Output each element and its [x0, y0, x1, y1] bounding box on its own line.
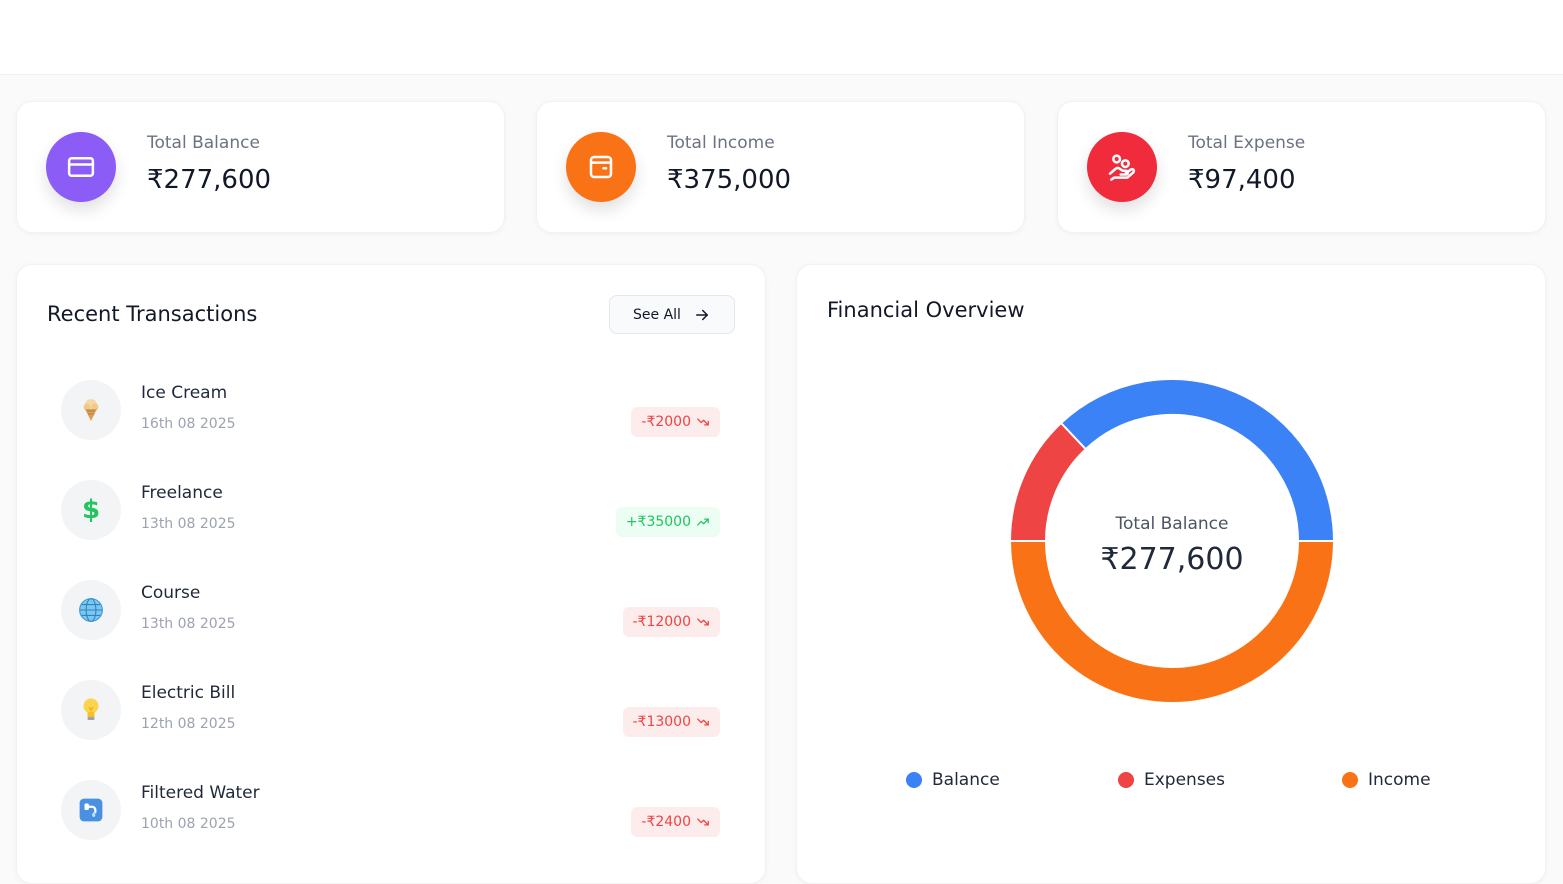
transaction-amount-badge: -₹12000 [622, 607, 720, 637]
transaction-amount-badge: -₹2000 [631, 407, 720, 437]
credit-card-icon [46, 132, 116, 202]
transaction-date: 10th 08 2025 [141, 816, 236, 832]
stat-value: ₹97,400 [1188, 165, 1296, 195]
legend-dot [1118, 772, 1134, 788]
transaction-date: 13th 08 2025 [141, 616, 236, 632]
legend-item-balance: Balance [906, 770, 1000, 790]
legend-item-income: Income [1342, 770, 1431, 790]
financial-overview-panel: Financial Overview Total Balance ₹277,60… [796, 264, 1546, 884]
transaction-title: Course [141, 583, 201, 603]
transaction-row[interactable]: Course 13th 08 2025 -₹12000 [17, 566, 765, 666]
legend-label: Balance [932, 770, 1000, 790]
legend-label: Expenses [1144, 770, 1225, 790]
transaction-amount: -₹13000 [632, 714, 692, 730]
water-tap-icon [61, 780, 121, 840]
trend-down-icon [697, 618, 709, 626]
donut-center-value: ₹277,600 [1100, 542, 1244, 577]
stat-label: Total Income [667, 133, 775, 153]
trend-up-icon [697, 518, 709, 526]
light-bulb-icon [61, 680, 121, 740]
total-income-card: Total Income ₹375,000 [536, 101, 1025, 233]
transaction-title: Freelance [141, 483, 223, 503]
transaction-date: 12th 08 2025 [141, 716, 236, 732]
transaction-title: Filtered Water [141, 783, 260, 803]
legend-dot [1342, 772, 1358, 788]
top-bar [0, 0, 1563, 75]
transaction-date: 13th 08 2025 [141, 516, 236, 532]
trend-down-icon [697, 418, 709, 426]
donut-center-label: Total Balance [1115, 514, 1229, 534]
transaction-date: 16th 08 2025 [141, 416, 236, 432]
transaction-title: Electric Bill [141, 683, 236, 703]
stat-value: ₹375,000 [667, 165, 792, 195]
see-all-button[interactable]: See All [609, 295, 735, 334]
transaction-row[interactable]: Filtered Water 10th 08 2025 -₹2400 [17, 766, 765, 866]
legend-item-expenses: Expenses [1118, 770, 1225, 790]
legend-label: Income [1368, 770, 1431, 790]
ice-cream-icon [61, 380, 121, 440]
wallet-icon [566, 132, 636, 202]
transaction-row[interactable]: Ice Cream 16th 08 2025 -₹2000 [17, 366, 765, 466]
hand-coins-icon [1087, 132, 1157, 202]
dollar-icon: $ [61, 480, 121, 540]
transaction-amount: -₹2400 [641, 814, 691, 830]
arrow-right-icon [695, 309, 708, 320]
transaction-amount-badge: -₹2400 [631, 807, 720, 837]
stat-label: Total Balance [147, 133, 260, 153]
see-all-label: See All [633, 306, 681, 323]
transaction-title: Ice Cream [141, 383, 228, 403]
trend-down-icon [697, 718, 709, 726]
transaction-row[interactable]: $ Freelance 13th 08 2025 +₹35000 [17, 466, 765, 566]
transaction-row[interactable]: Electric Bill 12th 08 2025 -₹13000 [17, 666, 765, 766]
transaction-amount: -₹2000 [641, 414, 691, 430]
legend-dot [906, 772, 922, 788]
total-balance-card: Total Balance ₹277,600 [16, 101, 505, 233]
transaction-amount: -₹12000 [632, 614, 692, 630]
transaction-amount-badge: +₹35000 [615, 507, 720, 537]
globe-icon [61, 580, 121, 640]
total-expense-card: Total Expense ₹97,400 [1057, 101, 1546, 233]
recent-transactions-panel: Recent Transactions See All Ice Cream 16… [16, 264, 766, 884]
transaction-amount: +₹35000 [625, 514, 691, 530]
panel-title: Recent Transactions [47, 302, 258, 326]
trend-down-icon [697, 818, 709, 826]
transaction-amount-badge: -₹13000 [622, 707, 720, 737]
stat-label: Total Expense [1188, 133, 1306, 153]
stat-value: ₹277,600 [147, 165, 272, 195]
